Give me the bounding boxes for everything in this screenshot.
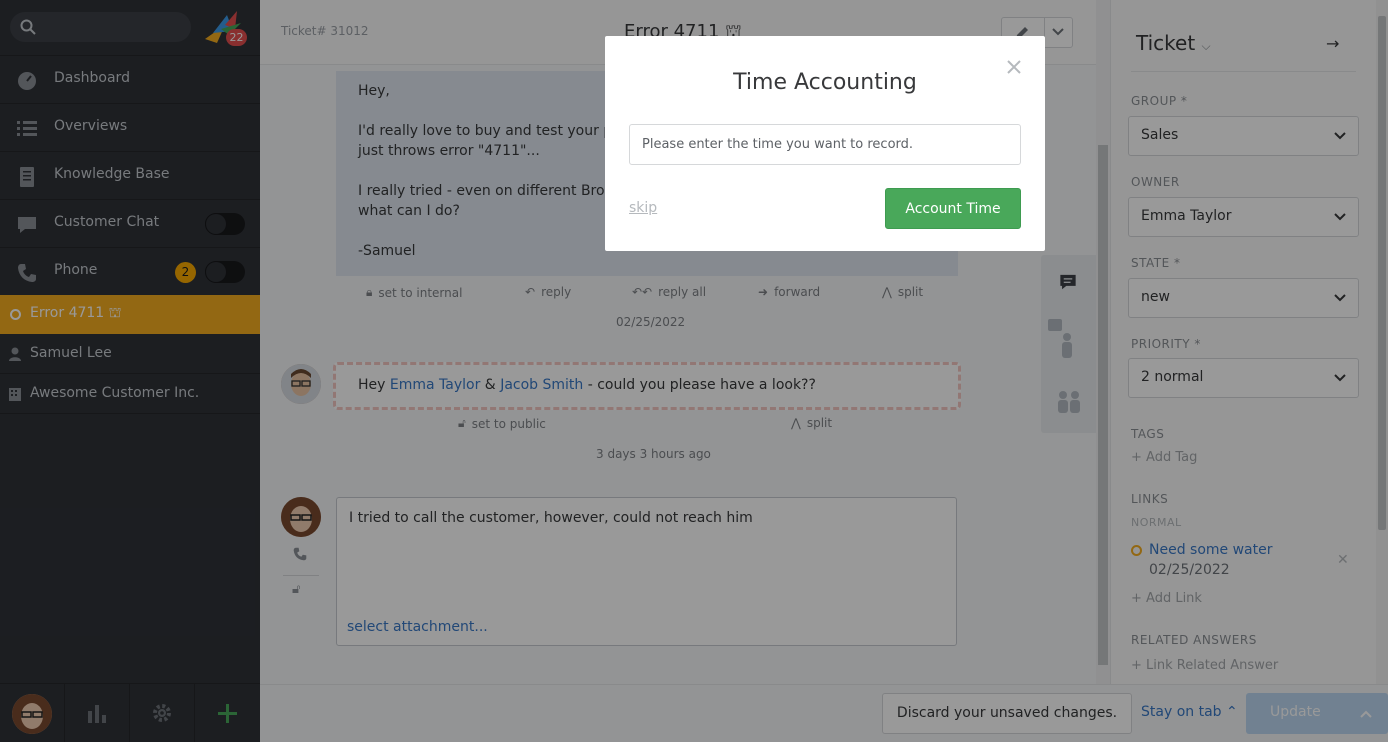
modal-title: Time Accounting (733, 70, 917, 95)
account-time-button[interactable]: Account Time (885, 188, 1021, 229)
time-accounting-modal: Time Accounting skip Account Time (605, 36, 1045, 251)
close-icon[interactable] (1005, 58, 1023, 76)
time-input[interactable] (629, 124, 1021, 165)
skip-link[interactable]: skip (629, 200, 657, 216)
